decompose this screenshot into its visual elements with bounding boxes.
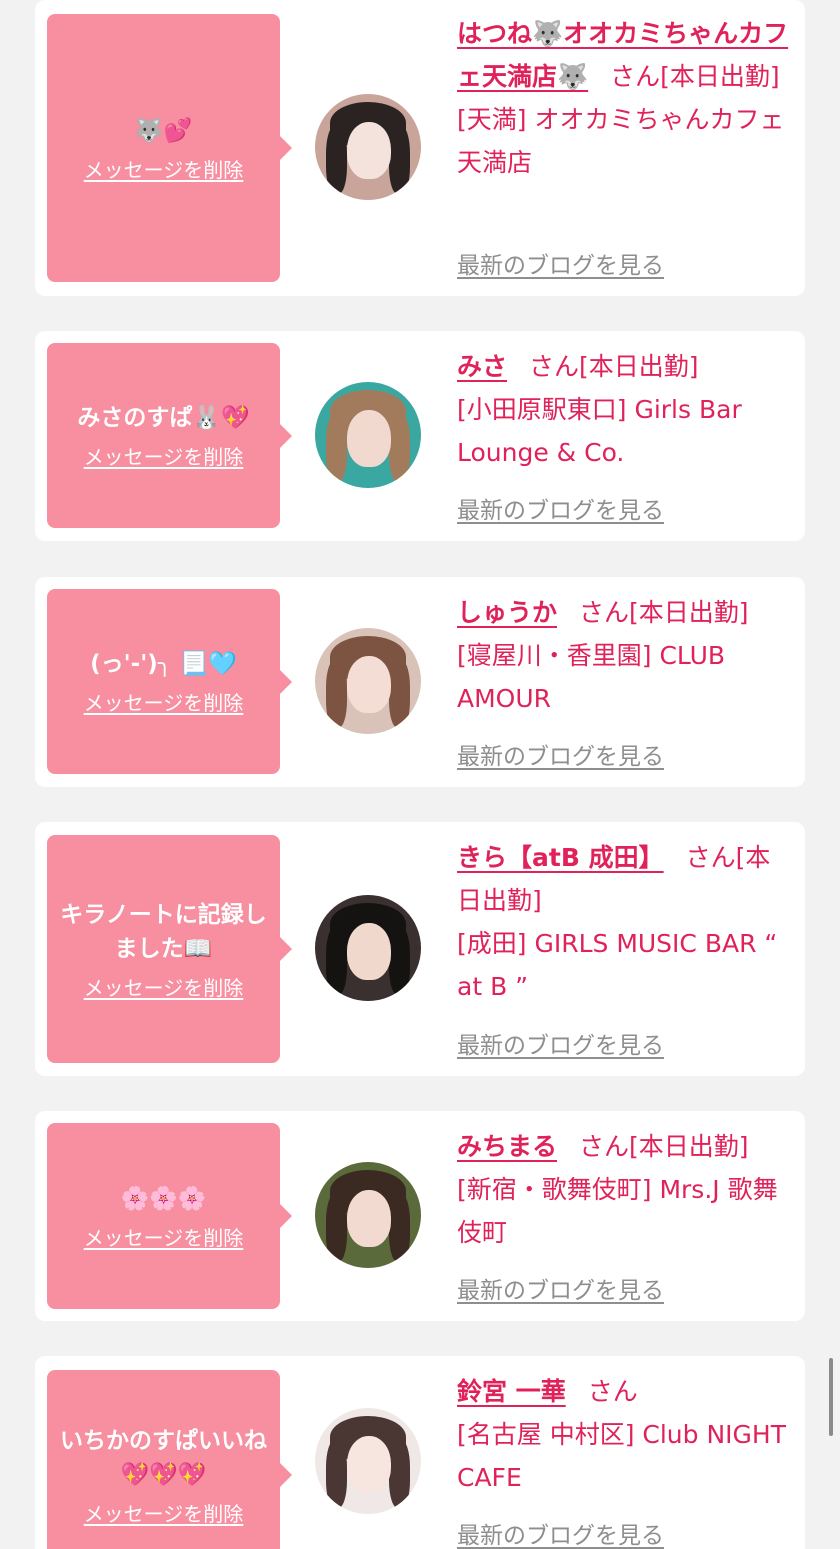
latest-blog-link[interactable]: 最新のブログを見る [457, 1516, 664, 1549]
scrollbar[interactable] [829, 1358, 833, 1436]
cast-info: はつね🐺オオカミちゃんカフェ天満店🐺 さん[本日出勤] [天満] オオカミちゃんカ… [457, 12, 792, 184]
honorific: さん [579, 598, 630, 627]
latest-blog-link[interactable]: 最新のブログを見る [457, 1271, 664, 1305]
shop-name: [寝屋川・香里園] CLUB AMOUR [457, 641, 726, 713]
work-status: [本日出勤] [579, 352, 699, 381]
honorific: さん [529, 352, 580, 381]
avatar[interactable] [315, 1408, 421, 1514]
shop-name: [天満] オオカミちゃんカフェ天満店 [457, 105, 785, 177]
message-text: 🌸🌸🌸 [120, 1185, 207, 1212]
message-list: 🐺💕 メッセージを削除 はつね🐺オオカミちゃんカフェ天満店🐺 さん[本日出勤] [… [0, 0, 840, 1549]
cast-info: 鈴宮 一華 さん [名古屋 中村区] Club NIGHT CAFE [457, 1370, 792, 1499]
work-status: [本日出勤] [629, 1132, 749, 1161]
honorific: さん [610, 62, 661, 91]
delete-message-link[interactable]: メッセージを削除 [84, 687, 244, 716]
message-text: キラノートに記録しました📖 [60, 901, 267, 962]
delete-message-link[interactable]: メッセージを削除 [84, 1222, 244, 1251]
message-bubble: キラノートに記録しました📖 メッセージを削除 [47, 835, 292, 1063]
message-text: 🐺💕 [134, 117, 193, 144]
delete-message-link[interactable]: メッセージを削除 [84, 154, 244, 183]
delete-message-link[interactable]: メッセージを削除 [84, 972, 244, 1001]
shop-name: [成田] GIRLS MUSIC BAR “ at B ” [457, 929, 778, 1001]
list-item: 🐺💕 メッセージを削除 はつね🐺オオカミちゃんカフェ天満店🐺 さん[本日出勤] [… [35, 0, 805, 296]
cast-info: しゅうか さん[本日出勤] [寝屋川・香里園] CLUB AMOUR [457, 591, 792, 720]
latest-blog-link[interactable]: 最新のブログを見る [457, 491, 664, 525]
delete-message-link[interactable]: メッセージを削除 [84, 1498, 244, 1527]
message-bubble: いちかのすぱいいね💖💖💖 メッセージを削除 [47, 1370, 292, 1549]
message-bubble: 🐺💕 メッセージを削除 [47, 14, 292, 282]
cast-info: みさ さん[本日出勤] [小田原駅東口] Girls Bar Lounge & C… [457, 345, 792, 474]
list-item: 🌸🌸🌸 メッセージを削除 みちまる さん[本日出勤] [新宿・歌舞伎町] Mrs.… [35, 1111, 805, 1321]
message-bubble: 🌸🌸🌸 メッセージを削除 [47, 1123, 292, 1309]
cast-name-link[interactable]: みちまる [457, 1132, 557, 1161]
cast-name-link[interactable]: みさ [457, 352, 507, 381]
cast-info: みちまる さん[本日出勤] [新宿・歌舞伎町] Mrs.J 歌舞伎町 [457, 1125, 792, 1254]
honorific: さん [579, 1132, 630, 1161]
latest-blog-link[interactable]: 最新のブログを見る [457, 737, 664, 771]
cast-name-link[interactable]: 鈴宮 一華 [457, 1377, 566, 1406]
shop-name: [名古屋 中村区] Club NIGHT CAFE [457, 1420, 786, 1492]
message-text: いちかのすぱいいね💖💖💖 [60, 1427, 267, 1488]
message-bubble: みさのすぱ🐰💖 メッセージを削除 [47, 343, 292, 528]
avatar[interactable] [315, 1162, 421, 1268]
work-status: [本日出勤] [629, 598, 749, 627]
shop-name: [新宿・歌舞伎町] Mrs.J 歌舞伎町 [457, 1175, 778, 1247]
latest-blog-link[interactable]: 最新のブログを見る [457, 246, 664, 280]
delete-message-link[interactable]: メッセージを削除 [84, 441, 244, 470]
work-status: [本日出勤] [660, 62, 780, 91]
honorific: さん [685, 843, 736, 872]
message-text: (っ'-')╮ 📃🩵 [90, 651, 237, 677]
list-item: みさのすぱ🐰💖 メッセージを削除 みさ さん[本日出勤] [小田原駅東口] Gir… [35, 331, 805, 541]
cast-name-link[interactable]: きら【atB 成田】 [457, 843, 664, 872]
cast-name-link[interactable]: しゅうか [457, 598, 557, 627]
cast-info: きら【atB 成田】 さん[本日出勤] [成田] GIRLS MUSIC BAR … [457, 836, 792, 1008]
avatar[interactable] [315, 94, 421, 200]
honorific: さん [587, 1377, 638, 1406]
avatar[interactable] [315, 382, 421, 488]
latest-blog-link[interactable]: 最新のブログを見る [457, 1026, 664, 1060]
list-item: キラノートに記録しました📖 メッセージを削除 きら【atB 成田】 さん[本日出勤… [35, 822, 805, 1076]
message-text: みさのすぱ🐰💖 [77, 405, 250, 431]
message-bubble: (っ'-')╮ 📃🩵 メッセージを削除 [47, 589, 292, 774]
list-item: (っ'-')╮ 📃🩵 メッセージを削除 しゅうか さん[本日出勤] [寝屋川・香里… [35, 577, 805, 787]
avatar[interactable] [315, 628, 421, 734]
shop-name: [小田原駅東口] Girls Bar Lounge & Co. [457, 395, 742, 467]
list-item: いちかのすぱいいね💖💖💖 メッセージを削除 鈴宮 一華 さん [名古屋 中村区] … [35, 1356, 805, 1549]
avatar[interactable] [315, 895, 421, 1001]
